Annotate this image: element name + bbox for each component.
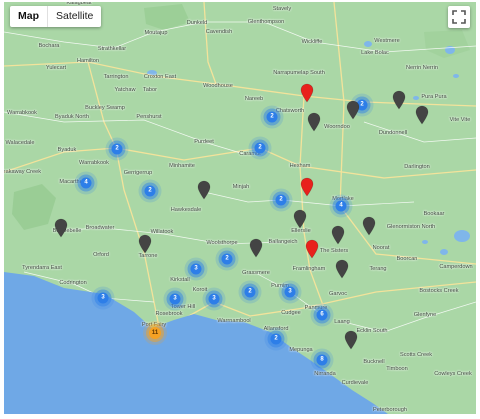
map-pin-icon[interactable] [249, 238, 263, 258]
map-pin-icon[interactable] [415, 105, 429, 125]
map-pin-icon[interactable] [346, 100, 360, 120]
fullscreen-button[interactable] [448, 6, 470, 28]
map-pin-icon[interactable] [335, 259, 349, 279]
cluster-marker[interactable]: 4 [80, 177, 92, 189]
map-pin-icon[interactable] [293, 209, 307, 229]
map-type-satellite-button[interactable]: Satellite [48, 6, 101, 27]
map-pin-icon[interactable] [344, 330, 358, 350]
cluster-marker[interactable]: 2 [221, 253, 233, 265]
map-type-map-button[interactable]: Map [10, 6, 47, 27]
map-type-control: Map Satellite [10, 6, 102, 27]
cluster-marker[interactable]: 8 [316, 354, 328, 366]
map-view[interactable]: Map Satellite Kalagbeat Stavely Glenthomps… [4, 2, 476, 414]
fullscreen-icon [452, 10, 466, 24]
map-pin-icon[interactable] [138, 234, 152, 254]
cluster-marker[interactable]: 2 [244, 286, 256, 298]
cluster-marker[interactable]: 3 [97, 292, 109, 304]
map-pin-icon[interactable] [392, 90, 406, 110]
map-base-layer [4, 2, 476, 414]
cluster-marker[interactable]: 3 [284, 286, 296, 298]
cluster-marker[interactable]: 3 [208, 293, 220, 305]
cluster-marker[interactable]: 6 [316, 309, 328, 321]
map-pin-icon[interactable] [197, 180, 211, 200]
cluster-marker[interactable]: 2 [111, 143, 123, 155]
cluster-marker[interactable]: 3 [190, 263, 202, 275]
cluster-marker[interactable]: 3 [169, 293, 181, 305]
cluster-marker[interactable]: 2 [266, 111, 278, 123]
cluster-marker[interactable]: 2 [254, 142, 266, 154]
map-pin-red-icon[interactable] [300, 83, 314, 103]
cluster-marker[interactable]: 2 [144, 185, 156, 197]
cluster-marker[interactable]: 2 [270, 333, 282, 345]
map-pin-icon[interactable] [362, 216, 376, 236]
cluster-marker[interactable]: 2 [275, 194, 287, 206]
map-pin-icon[interactable] [331, 225, 345, 245]
map-pin-icon[interactable] [54, 218, 68, 238]
map-pin-red-icon[interactable] [300, 177, 314, 197]
cluster-marker[interactable]: 11 [149, 327, 161, 339]
map-pin-icon[interactable] [307, 112, 321, 132]
map-pin-red-icon[interactable] [305, 239, 319, 259]
cluster-marker[interactable]: 4 [335, 200, 347, 212]
